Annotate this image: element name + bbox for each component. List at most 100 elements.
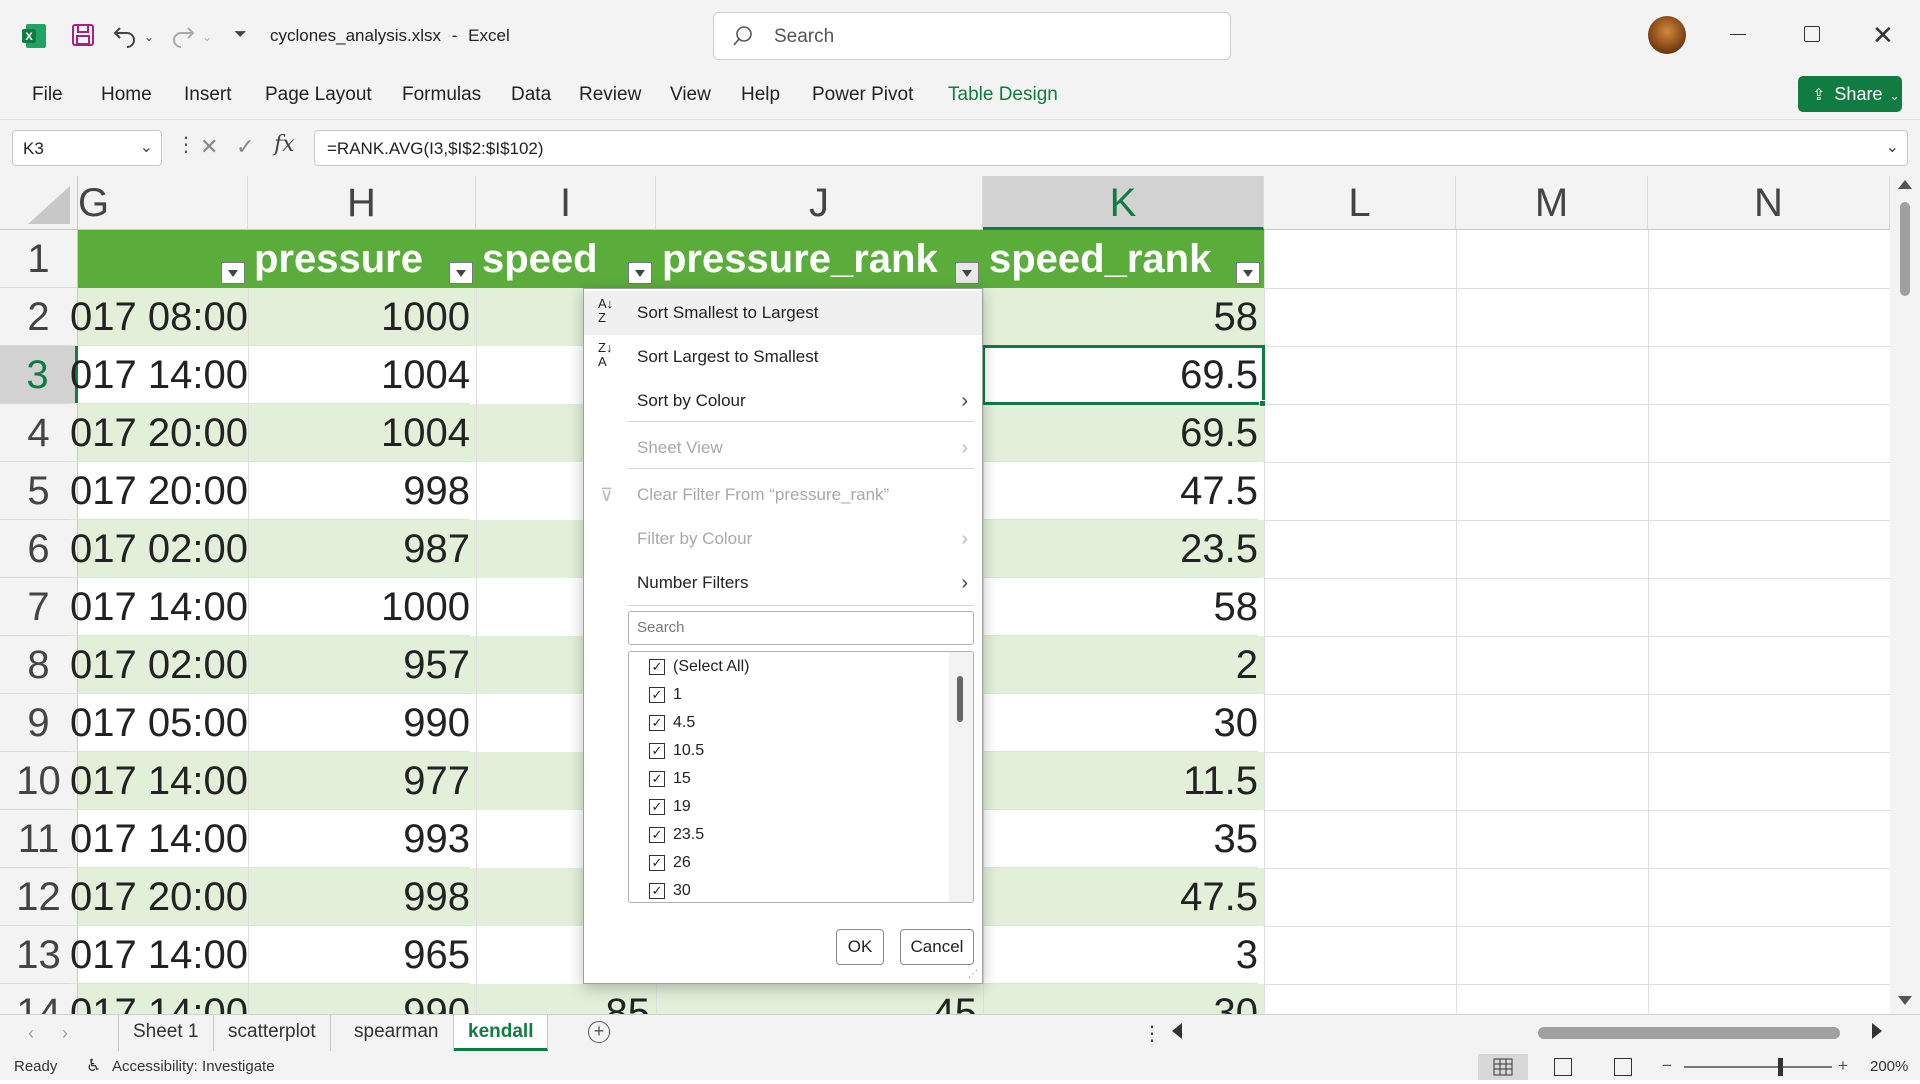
cell-k4[interactable]: 69.5 — [983, 404, 1258, 462]
page-layout-view-icon[interactable] — [1554, 1058, 1572, 1076]
row-header[interactable]: 2 — [0, 288, 78, 346]
undo-dropdown-icon[interactable]: ⌄ — [144, 30, 154, 44]
accessibility-status[interactable]: Accessibility: Investigate — [112, 1058, 275, 1075]
list-scroll-thumb[interactable] — [957, 676, 963, 722]
checkbox-checked-icon[interactable]: ✓ — [649, 715, 665, 731]
filter-value-item[interactable]: ✓ 26 — [649, 850, 691, 876]
cell-h13[interactable]: 965 — [248, 926, 470, 984]
cell-h8[interactable]: 957 — [248, 636, 470, 694]
name-box[interactable]: K3 ⌄ — [12, 130, 162, 166]
checkbox-checked-icon[interactable]: ✓ — [649, 827, 665, 843]
checkbox-checked-icon[interactable]: ✓ — [649, 687, 665, 703]
customize-toolbar-icon[interactable]: ⏷ — [234, 26, 247, 44]
cell-g5[interactable]: 017 20:00 — [70, 462, 248, 520]
column-header-h[interactable]: H — [248, 176, 476, 230]
row-header[interactable]: 14 — [0, 984, 78, 1014]
share-button[interactable]: ⇪ Share ⌄ — [1798, 76, 1902, 112]
ok-button[interactable]: OK — [836, 929, 884, 965]
more-sheets-icon[interactable]: ⋮ — [1142, 1021, 1162, 1046]
column-header-n[interactable]: N — [1648, 176, 1890, 230]
cell-h10[interactable]: 977 — [248, 752, 470, 810]
sheet-tab-kendall[interactable]: kendall — [454, 1015, 549, 1051]
cell-h2[interactable]: 1000 — [248, 288, 470, 346]
row-header[interactable]: 12 — [0, 868, 78, 926]
cell-g9[interactable]: 017 05:00 — [70, 694, 248, 752]
select-all-corner[interactable] — [0, 176, 78, 230]
row-header[interactable]: 8 — [0, 636, 78, 694]
cell-g8[interactable]: 017 02:00 — [70, 636, 248, 694]
menu-data[interactable]: Data — [511, 84, 551, 106]
column-header-m[interactable]: M — [1456, 176, 1648, 230]
scroll-left-icon[interactable] — [1172, 1023, 1182, 1039]
cell-h9[interactable]: 990 — [248, 694, 470, 752]
cell-g10[interactable]: 017 14:00 — [70, 752, 248, 810]
cell-g4[interactable]: 017 20:00 — [70, 404, 248, 462]
row-header[interactable]: 11 — [0, 810, 78, 868]
row-header[interactable]: 10 — [0, 752, 78, 810]
filter-search-input[interactable]: Search — [628, 611, 974, 645]
cell-k7[interactable]: 58 — [983, 578, 1258, 636]
column-header-l[interactable]: L — [1264, 176, 1456, 230]
row-header[interactable]: 3 — [0, 346, 78, 404]
cell-g3[interactable]: 017 14:00 — [70, 346, 248, 404]
row-header[interactable]: 7 — [0, 578, 78, 636]
cell-k14[interactable]: 30 — [983, 984, 1259, 1014]
cell-h5[interactable]: 998 — [248, 462, 470, 520]
cell-g12[interactable]: 017 20:00 — [70, 868, 248, 926]
sort-by-colour-item[interactable]: Sort by Colour › — [584, 379, 982, 423]
next-sheet-icon[interactable]: › — [62, 1023, 68, 1044]
menu-review[interactable]: Review — [579, 84, 641, 106]
minimize-icon[interactable] — [1730, 34, 1746, 35]
menu-view[interactable]: View — [670, 84, 711, 106]
list-scrollbar[interactable] — [949, 652, 973, 902]
checkbox-checked-icon[interactable]: ✓ — [649, 799, 665, 815]
cell-h3[interactable]: 1004 — [248, 346, 470, 404]
add-sheet-icon[interactable]: + — [588, 1021, 610, 1043]
cell-g14[interactable]: 017 14:00 — [70, 984, 248, 1014]
search-box[interactable]: Search — [713, 12, 1231, 60]
more-options-icon[interactable]: ⋮ — [176, 132, 196, 157]
checkbox-checked-icon[interactable]: ✓ — [649, 771, 665, 787]
cell-k6[interactable]: 23.5 — [983, 520, 1258, 578]
vertical-scroll-thumb[interactable] — [1900, 202, 1910, 296]
cell-k2[interactable]: 58 — [983, 288, 1258, 346]
avatar[interactable] — [1648, 16, 1686, 54]
cell-k8[interactable]: 2 — [983, 636, 1258, 694]
zoom-out-icon[interactable]: − — [1662, 1056, 1672, 1076]
page-break-view-icon[interactable] — [1614, 1058, 1632, 1076]
cell-i14[interactable]: 85 — [476, 984, 651, 1014]
menu-insert[interactable]: Insert — [184, 84, 232, 106]
sheet-tab-sheet1[interactable]: Sheet 1 — [118, 1015, 214, 1051]
menu-home[interactable]: Home — [101, 84, 152, 106]
resize-grip-icon[interactable]: ⋰ — [968, 969, 978, 980]
row-header[interactable]: 5 — [0, 462, 78, 520]
cancel-entry-icon[interactable]: ✕ — [200, 134, 218, 160]
scroll-up-icon[interactable] — [1898, 180, 1912, 189]
normal-view-icon[interactable] — [1478, 1054, 1528, 1080]
checkbox-checked-icon[interactable]: ✓ — [649, 855, 665, 871]
menu-formulas[interactable]: Formulas — [402, 84, 481, 106]
cell-g2[interactable]: 017 08:00 — [70, 288, 248, 346]
redo-dropdown-icon[interactable]: ⌄ — [202, 30, 212, 44]
cancel-button[interactable]: Cancel — [900, 929, 974, 965]
restore-icon[interactable] — [1804, 26, 1820, 42]
scroll-down-icon[interactable] — [1898, 996, 1912, 1005]
filter-value-item[interactable]: ✓ 23.5 — [649, 822, 704, 848]
cell-g7[interactable]: 017 14:00 — [70, 578, 248, 636]
menu-table-design[interactable]: Table Design — [948, 84, 1058, 106]
confirm-entry-icon[interactable]: ✓ — [236, 134, 254, 160]
cell-k11[interactable]: 35 — [983, 810, 1258, 868]
cell-h14[interactable]: 990 — [248, 984, 470, 1014]
zoom-in-icon[interactable]: + — [1838, 1056, 1848, 1076]
close-icon[interactable]: ✕ — [1872, 20, 1894, 51]
sort-descending-item[interactable]: Z↓ A Sort Largest to Smallest — [584, 335, 982, 379]
checkbox-checked-icon[interactable]: ✓ — [649, 883, 665, 899]
prev-sheet-icon[interactable]: ‹ — [28, 1023, 34, 1044]
accessibility-icon[interactable]: ♿ — [86, 1056, 101, 1076]
row-header[interactable]: 1 — [0, 230, 78, 288]
column-header-k[interactable]: K — [983, 176, 1264, 230]
undo-icon[interactable] — [112, 22, 138, 48]
checkbox-checked-icon[interactable]: ✓ — [649, 743, 665, 759]
filter-value-item[interactable]: ✓ 4.5 — [649, 710, 695, 736]
row-header[interactable]: 13 — [0, 926, 78, 984]
